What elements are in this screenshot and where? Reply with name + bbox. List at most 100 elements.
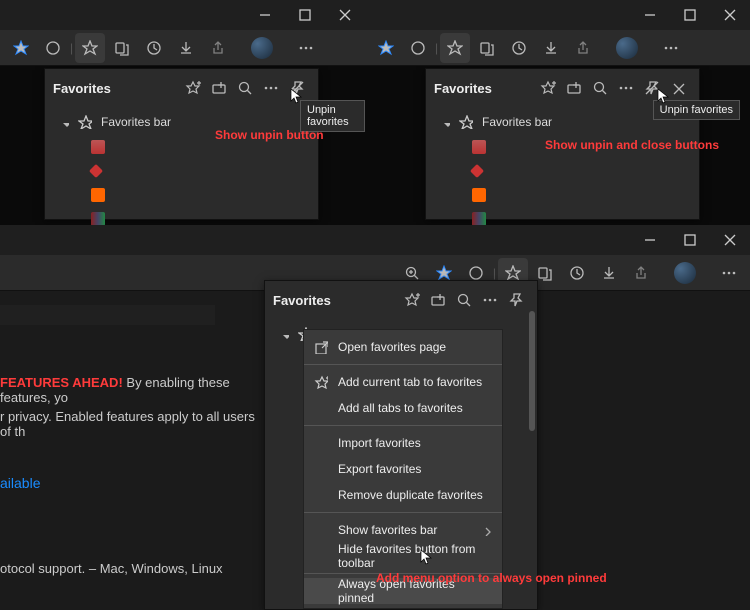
titlebar <box>0 0 365 30</box>
favorite-item[interactable] <box>426 207 699 225</box>
menu-export-favorites[interactable]: Export favorites <box>304 456 502 482</box>
caret-down-icon <box>59 117 69 127</box>
favorites-panel: Favorites Favorites bar <box>44 68 319 220</box>
downloads-button[interactable] <box>536 33 566 63</box>
favorite-this-page-button[interactable] <box>6 33 36 63</box>
favorites-panel-title: Favorites <box>434 81 535 96</box>
profile-avatar[interactable] <box>674 262 696 284</box>
browser-toolbar: | <box>365 30 750 66</box>
close-window-button[interactable] <box>325 0 365 30</box>
maximize-button[interactable] <box>285 0 325 30</box>
menu-remove-duplicates[interactable]: Remove duplicate favorites <box>304 482 502 508</box>
titlebar <box>0 225 750 255</box>
favorite-item[interactable] <box>45 207 318 225</box>
unpin-favorites-button[interactable] <box>284 75 310 101</box>
profile-avatar[interactable] <box>616 37 638 59</box>
favorites-more-button[interactable] <box>258 75 284 101</box>
close-window-button[interactable] <box>710 0 750 30</box>
history-button[interactable] <box>139 33 169 63</box>
pin-favorites-button[interactable] <box>503 287 529 313</box>
scrollbar[interactable] <box>529 311 535 431</box>
collections-button[interactable] <box>472 33 502 63</box>
browser-toolbar: | <box>0 30 365 66</box>
favorites-bar-label: Favorites bar <box>101 115 171 129</box>
menu-label: Remove duplicate favorites <box>338 488 483 502</box>
add-star-icon <box>314 375 330 389</box>
menu-import-favorites[interactable]: Import favorites <box>304 430 502 456</box>
downloads-button[interactable] <box>171 33 201 63</box>
add-favorite-button[interactable] <box>535 75 561 101</box>
collections-button[interactable] <box>107 33 137 63</box>
favorites-toolbar-button[interactable] <box>75 33 105 63</box>
favorites-more-button[interactable] <box>477 287 503 313</box>
annotation-text: Show unpin button <box>215 128 324 142</box>
search-favorites-button[interactable] <box>451 287 477 313</box>
favorite-item[interactable] <box>426 183 699 207</box>
annotation-text: Show unpin and close buttons <box>545 138 719 152</box>
menu-open-favorites-page[interactable]: Open favorites page <box>304 334 502 360</box>
add-favorite-button[interactable] <box>399 287 425 313</box>
app-menu-button[interactable] <box>656 33 686 63</box>
menu-label: Add all tabs to favorites <box>338 401 463 415</box>
caret-down-icon <box>440 117 450 127</box>
open-icon <box>314 340 330 354</box>
app-menu-button[interactable] <box>714 258 744 288</box>
add-favorite-button[interactable] <box>180 75 206 101</box>
share-button[interactable] <box>626 258 656 288</box>
page-text: FEATURES AHEAD! By enabling these featur… <box>0 375 260 405</box>
star-icon <box>458 114 474 130</box>
menu-add-all-tabs[interactable]: Add all tabs to favorites <box>304 395 502 421</box>
menu-show-favorites-bar[interactable]: Show favorites bar <box>304 517 502 543</box>
app-menu-button[interactable] <box>291 33 321 63</box>
favorites-bar-label: Favorites bar <box>482 115 552 129</box>
favorite-item[interactable] <box>426 159 699 183</box>
favorites-context-menu: Open favorites page Add current tab to f… <box>303 329 503 609</box>
menu-label: Add current tab to favorites <box>338 375 482 389</box>
profile-avatar[interactable] <box>251 37 273 59</box>
menu-add-current-tab[interactable]: Add current tab to favorites <box>304 369 502 395</box>
downloads-button[interactable] <box>594 258 624 288</box>
favorite-item[interactable] <box>45 183 318 207</box>
menu-label: Hide favorites button from toolbar <box>338 542 488 570</box>
page-link[interactable]: ailable <box>0 475 260 491</box>
favorites-toolbar-button[interactable] <box>440 33 470 63</box>
page-text: otocol support. – Mac, Windows, Linux <box>0 561 260 576</box>
unpin-favorites-button[interactable] <box>639 75 665 101</box>
maximize-button[interactable] <box>670 0 710 30</box>
menu-label: Show favorites bar <box>338 523 437 537</box>
page-banner <box>0 305 215 325</box>
add-folder-button[interactable] <box>206 75 232 101</box>
favorites-panel-title: Favorites <box>273 293 399 308</box>
close-window-button[interactable] <box>710 225 750 255</box>
share-button[interactable] <box>203 33 233 63</box>
caret-down-icon <box>279 329 289 339</box>
menu-label: Import favorites <box>338 436 421 450</box>
extensions-button[interactable] <box>38 33 68 63</box>
add-folder-button[interactable] <box>425 287 451 313</box>
chevron-right-icon <box>480 524 492 536</box>
history-button[interactable] <box>562 258 592 288</box>
search-favorites-button[interactable] <box>587 75 613 101</box>
history-button[interactable] <box>504 33 534 63</box>
minimize-button[interactable] <box>630 0 670 30</box>
menu-label: Export favorites <box>338 462 421 476</box>
favorites-panel: Favorites Open favorites page Add curren <box>264 280 538 610</box>
minimize-button[interactable] <box>630 225 670 255</box>
favorite-this-page-button[interactable] <box>371 33 401 63</box>
add-folder-button[interactable] <box>561 75 587 101</box>
titlebar <box>365 0 750 30</box>
maximize-button[interactable] <box>670 225 710 255</box>
extensions-button[interactable] <box>403 33 433 63</box>
close-panel-button[interactable] <box>665 75 691 101</box>
menu-hide-favorites-button[interactable]: Hide favorites button from toolbar <box>304 543 502 569</box>
search-favorites-button[interactable] <box>232 75 258 101</box>
star-icon <box>77 114 93 130</box>
annotation-text: Add menu option to always open pinned <box>376 571 607 585</box>
favorite-item[interactable] <box>45 159 318 183</box>
favorites-more-button[interactable] <box>613 75 639 101</box>
tooltip: Unpin favorites <box>653 100 740 120</box>
minimize-button[interactable] <box>245 0 285 30</box>
share-button[interactable] <box>568 33 598 63</box>
page-text: r privacy. Enabled features apply to all… <box>0 409 260 439</box>
menu-label: Open favorites page <box>338 340 446 354</box>
